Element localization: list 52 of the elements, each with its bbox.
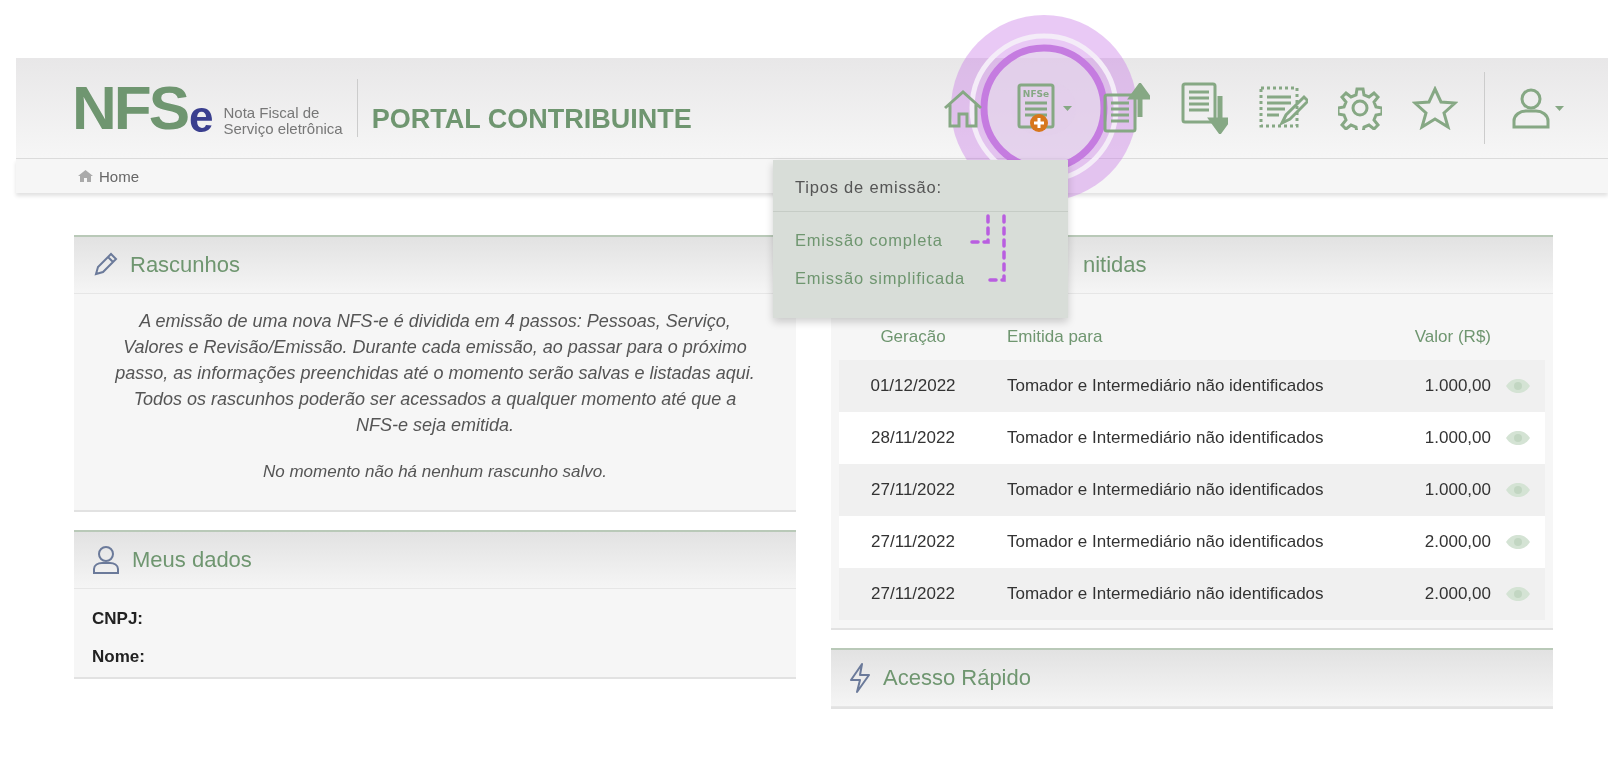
logo-tagline: Serviço eletrônica	[223, 121, 343, 137]
empty-message: No momento não há nenhum rascunho salvo.	[262, 461, 608, 483]
user-icon	[1511, 87, 1551, 129]
field-label: CNPJ:	[91, 608, 144, 630]
logo-letter: e	[189, 95, 214, 139]
dropdown-heading: Tipos de emissão:	[773, 160, 1068, 212]
settings-icon	[1338, 86, 1382, 130]
drafts-description: A emissão de uma nova NFS-e é dividida em 4 passos: Pessoas, Serviço, Valores e Revisão/Emissão. Durante cada emissão, ao passar para o próximo passo, as informações preenchidas até o momento serão salvas e listadas aqui. Todos os rascunhos poderão ser acessados a qualquer momento até que a NFS-e seja emitida.	[114, 310, 756, 437]
caret-icon	[1555, 105, 1564, 111]
user-icon	[92, 545, 120, 575]
logo-letters: NFS	[72, 77, 187, 139]
column-header: Valor (R$)	[1413, 327, 1491, 347]
document-edit-icon	[1258, 85, 1308, 131]
view-icon[interactable]	[1505, 430, 1531, 446]
table-cell-text: 1.000,00	[1423, 480, 1491, 500]
dropdown-item[interactable]: Emissão simplificada	[795, 269, 966, 288]
dropdown-item[interactable]: Emissão completa	[795, 231, 943, 250]
table-cell-text: 27/11/2022	[870, 584, 956, 604]
logo-tagline: Nota Fiscal de	[223, 105, 321, 121]
panel-title: nitidas	[1083, 252, 1147, 278]
field-label: Nome:	[91, 646, 146, 668]
portal-title: PORTAL CONTRIBUINTE	[371, 103, 692, 135]
table-cell-text: Tomador e Intermediário não identificados	[1006, 428, 1325, 448]
view-icon[interactable]	[1505, 378, 1531, 394]
table-cell-text: Tomador e Intermediário não identificados	[1006, 376, 1325, 396]
document-download-icon	[1180, 82, 1228, 134]
column-header: Emitida para	[1006, 327, 1104, 347]
view-icon[interactable]	[1505, 534, 1531, 550]
caret-icon	[1063, 105, 1072, 111]
table-cell-text: 27/11/2022	[870, 480, 956, 500]
table-cell-text: 2.000,00	[1423, 584, 1491, 604]
home-icon	[78, 170, 93, 182]
panel-title: Meus dados	[132, 547, 252, 573]
table-cell-text: 2.000,00	[1423, 532, 1491, 552]
column-header: Geração	[879, 327, 947, 347]
table-cell-text: 1.000,00	[1423, 428, 1491, 448]
table-cell-text: 01/12/2022	[869, 376, 957, 396]
panel-title: Rascunhos	[130, 252, 241, 278]
table-cell-text: 1.000,00	[1423, 376, 1491, 396]
breadcrumb-link[interactable]: Home	[99, 167, 139, 185]
table-cell-text: Tomador e Intermediário não identificados	[1006, 480, 1325, 500]
panel-title: Acesso Rápido	[883, 665, 1031, 691]
view-icon[interactable]	[1505, 482, 1531, 498]
view-icon[interactable]	[1505, 586, 1531, 602]
table-cell-text: Tomador e Intermediário não identificados	[1006, 584, 1325, 604]
table-cell-text: 27/11/2022	[870, 532, 956, 552]
table-cell-text: Tomador e Intermediário não identificados	[1006, 532, 1325, 552]
lightning-icon	[849, 663, 871, 693]
table-cell-text: 28/11/2022	[870, 428, 956, 448]
document-upload-icon	[1102, 83, 1150, 133]
star-icon	[1412, 86, 1458, 130]
pencil-icon	[92, 252, 118, 278]
